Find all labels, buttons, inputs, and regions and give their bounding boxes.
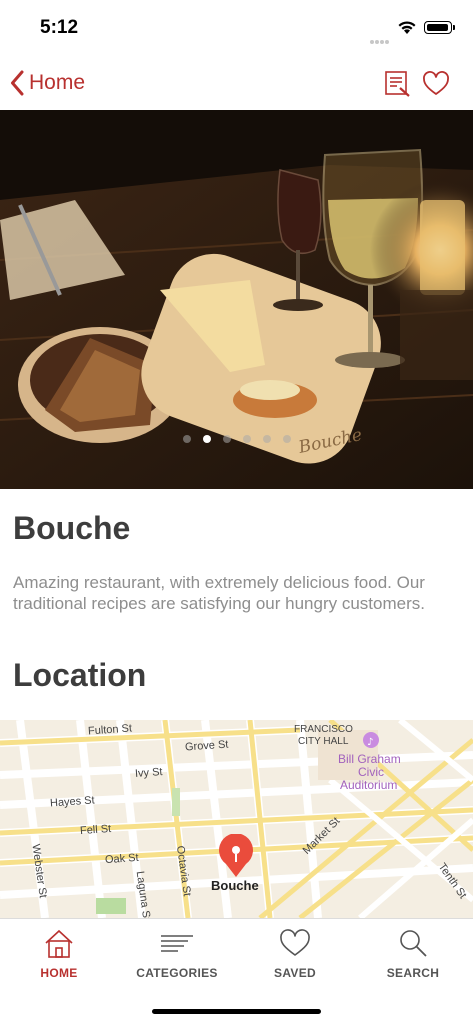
wifi-icon [398, 21, 416, 34]
carousel-page-dot[interactable] [222, 435, 231, 443]
tab-saved[interactable]: SAVED [236, 919, 354, 989]
carousel-page-dot[interactable] [242, 435, 251, 443]
tab-saved-label: SAVED [274, 966, 316, 980]
map-poi-label: Civic [358, 765, 384, 779]
home-indicator[interactable] [152, 1009, 321, 1014]
map-street-label: Ivy St [134, 766, 163, 780]
home-icon [45, 929, 73, 958]
map-poi-label: Auditorium [340, 778, 398, 792]
restaurant-name: Bouche [13, 510, 131, 546]
map-pin-icon[interactable] [218, 834, 254, 878]
heart-icon[interactable] [422, 71, 450, 97]
tab-home-label: HOME [40, 966, 78, 980]
carousel-page-dot[interactable] [262, 435, 271, 443]
status-bar: 5:12 [0, 0, 473, 58]
restaurant-photo-carousel[interactable]: Bouche [0, 110, 473, 489]
tab-home[interactable]: HOME [0, 919, 118, 989]
heart-icon [280, 929, 310, 956]
map-street-label: Fell St [79, 822, 112, 838]
back-button[interactable]: Home [10, 68, 85, 98]
back-button-label: Home [29, 71, 86, 94]
map-street-label: Oak St [104, 851, 140, 867]
categories-icon [161, 935, 193, 952]
tab-categories-label: CATEGORIES [136, 966, 218, 980]
signal-icon [370, 31, 392, 44]
carousel-page-dot[interactable] [182, 435, 191, 443]
tab-categories[interactable]: CATEGORIES [118, 919, 236, 989]
map-pin-label: Bouche [211, 878, 259, 893]
map-poi-label: Bill Graham [338, 752, 401, 766]
chevron-left-icon [11, 70, 24, 96]
carousel-page-dot[interactable] [202, 435, 211, 443]
battery-icon [424, 21, 455, 34]
restaurant-description: Amazing restaurant, with extremely delic… [13, 573, 425, 613]
search-icon [400, 930, 427, 957]
location-heading: Location [13, 657, 147, 693]
reviews-icon[interactable] [384, 70, 412, 98]
map-poi-label: CITY HALL [298, 736, 349, 747]
map-poi-label: FRANCISCO [294, 724, 353, 735]
tab-search-label: SEARCH [386, 966, 440, 980]
carousel-page-indicator[interactable] [0, 430, 473, 448]
svg-text:♪: ♪ [367, 737, 373, 748]
navigation-bar: Home [0, 58, 473, 110]
carousel-page-dot[interactable] [282, 435, 291, 443]
tab-search[interactable]: SEARCH [354, 919, 472, 989]
status-time: 5:12 [40, 17, 79, 38]
